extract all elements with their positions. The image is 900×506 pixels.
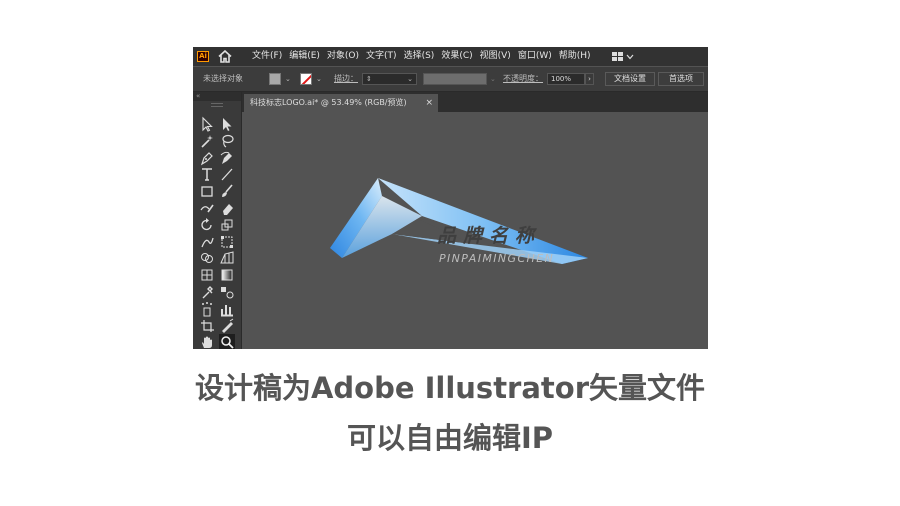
panel-collapse-icon[interactable]: « — [193, 92, 241, 101]
tools-panel: « — [193, 92, 242, 349]
magic-wand-tool-icon[interactable] — [199, 133, 215, 149]
fill-swatch[interactable] — [269, 73, 281, 85]
hand-tool-icon[interactable] — [199, 334, 215, 349]
profile-dropdown-icon[interactable]: ⌄ — [490, 67, 496, 91]
stroke-label[interactable]: 描边： — [334, 67, 358, 91]
artboard-canvas[interactable]: 品牌名称 PINPAIMINGCHEN — [242, 112, 708, 349]
panel-grip[interactable] — [211, 103, 223, 107]
selection-tool-icon[interactable] — [199, 116, 215, 132]
slice-tool-icon[interactable] — [219, 318, 235, 334]
opacity-arrow-icon[interactable]: › — [585, 73, 594, 85]
menu-view[interactable]: 视图(V) — [480, 47, 511, 66]
variable-width-profile[interactable] — [423, 73, 487, 85]
menu-bar: Ai 文件(F) 编辑(E) 对象(O) 文字(T) 选择(S) 效果(C) 视… — [193, 47, 708, 66]
opacity-field[interactable]: 100% — [547, 73, 585, 85]
close-tab-icon[interactable]: × — [425, 94, 433, 112]
type-tool-icon[interactable] — [199, 166, 215, 182]
mesh-tool-icon[interactable] — [199, 267, 215, 283]
shape-builder-tool-icon[interactable] — [199, 250, 215, 266]
chevron-down-icon[interactable]: ⌄ — [407, 74, 413, 84]
pen-tool-icon[interactable] — [199, 150, 215, 166]
scale-tool-icon[interactable] — [219, 217, 235, 233]
shaper-tool-icon[interactable] — [199, 200, 215, 216]
fill-dropdown-icon[interactable]: ⌄ — [285, 67, 291, 91]
gradient-tool-icon[interactable] — [219, 267, 235, 283]
eraser-tool-icon[interactable] — [219, 200, 235, 216]
perspective-grid-tool-icon[interactable] — [219, 250, 235, 266]
rotate-tool-icon[interactable] — [199, 217, 215, 233]
direct-selection-tool-icon[interactable] — [219, 116, 235, 132]
menu-select[interactable]: 选择(S) — [404, 47, 435, 66]
document-setup-button[interactable]: 文档设置 — [605, 72, 655, 86]
brand-pinyin: PINPAIMINGCHEN — [439, 252, 555, 265]
app-logo: Ai — [197, 51, 209, 62]
selection-status: 未选择对象 — [203, 74, 243, 83]
stroke-weight-field[interactable]: ⇕ ⌄ — [362, 73, 417, 85]
control-bar: 未选择对象 ⌄ ⌄ 描边： ⇕ ⌄ ⌄ 不透明度： 100% › 文档设置 首选… — [193, 67, 708, 92]
eyedropper-tool-icon[interactable] — [199, 284, 215, 300]
home-icon[interactable] — [218, 50, 232, 63]
free-transform-tool-icon[interactable] — [219, 234, 235, 250]
menu-effect[interactable]: 效果(C) — [441, 47, 472, 66]
document-tab-title: 科技标志LOGO.ai* @ 53.49% (RGB/预览) — [250, 98, 407, 107]
workspace-switcher-icon[interactable] — [612, 52, 634, 62]
blend-tool-icon[interactable] — [219, 284, 235, 300]
illustrator-screenshot: Ai 文件(F) 编辑(E) 对象(O) 文字(T) 选择(S) 效果(C) 视… — [193, 47, 708, 349]
menu-type[interactable]: 文字(T) — [366, 47, 397, 66]
caption-line-2: 可以自由编辑IP — [346, 421, 554, 455]
caption-line-1: 设计稿为Adobe Illustrator矢量文件 — [194, 371, 706, 405]
menu-object[interactable]: 对象(O) — [327, 47, 359, 66]
artboard-tool-icon[interactable] — [199, 318, 215, 334]
menu-file[interactable]: 文件(F) — [252, 47, 282, 66]
document-tab-bar: 科技标志LOGO.ai* @ 53.49% (RGB/预览) × — [242, 92, 708, 112]
stroke-dropdown-icon[interactable]: ⌄ — [316, 67, 322, 91]
opacity-label[interactable]: 不透明度： — [503, 67, 543, 91]
rectangle-tool-icon[interactable] — [199, 183, 215, 199]
brand-name: 品牌名称 — [437, 225, 542, 247]
preferences-button[interactable]: 首选项 — [658, 72, 704, 86]
spinner-icon[interactable]: ⇕ — [366, 74, 372, 84]
curvature-tool-icon[interactable] — [219, 150, 235, 166]
stroke-swatch[interactable] — [300, 73, 312, 85]
line-tool-icon[interactable] — [219, 166, 235, 182]
menu-help[interactable]: 帮助(H) — [559, 47, 591, 66]
menu-edit[interactable]: 编辑(E) — [289, 47, 320, 66]
lasso-tool-icon[interactable] — [219, 133, 235, 149]
warp-tool-icon[interactable] — [199, 234, 215, 250]
document-tab[interactable]: 科技标志LOGO.ai* @ 53.49% (RGB/预览) × — [244, 94, 438, 112]
zoom-tool-icon[interactable] — [219, 334, 235, 349]
menu-window[interactable]: 窗口(W) — [518, 47, 552, 66]
paintbrush-tool-icon[interactable] — [219, 183, 235, 199]
column-graph-tool-icon[interactable] — [219, 301, 235, 317]
symbol-sprayer-tool-icon[interactable] — [199, 301, 215, 317]
